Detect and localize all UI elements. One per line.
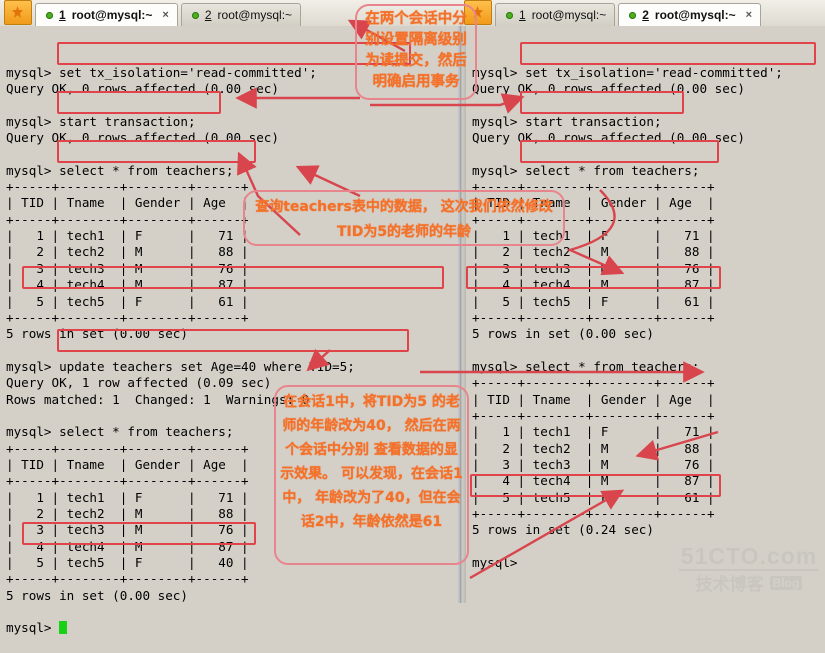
tab-right-2[interactable]: 2 root@mysql:~ ×: [618, 3, 762, 26]
tab-left-1-label: root@mysql:~: [71, 8, 153, 22]
watermark-tagline: 技术博客 Blog: [679, 571, 819, 597]
tab-left-2-num: 2: [204, 8, 212, 22]
annotation-note-3: 在会话1中，将TID为5 的老师的年龄改为40， 然后在两个会话中分别 查看数据…: [274, 385, 469, 565]
tab-left-2[interactable]: 2 root@mysql:~: [180, 3, 302, 26]
tab-right-2-label: root@mysql:~: [654, 8, 736, 22]
session-2-output: mysql> set tx_isolation='read-committed'…: [472, 64, 783, 570]
terminal-cursor: [59, 621, 68, 635]
tab-left-1-num: 1: [59, 8, 66, 22]
tab-right-1-num: 1: [519, 8, 526, 22]
annotation-note-2: 查询teachers表中的数据， 这次我们依然修改TID为5的老师的年龄: [243, 190, 565, 246]
watermark-badge: Blog: [769, 576, 803, 590]
tab-left-2-label: root@mysql:~: [217, 8, 293, 22]
tab-right-1[interactable]: 1 root@mysql:~: [495, 3, 616, 26]
tab-status-dot-icon: [46, 11, 53, 19]
tabbar-right: 1 root@mysql:~ 2 root@mysql:~ ×: [460, 0, 825, 27]
terminal-star-icon[interactable]: [4, 0, 32, 25]
tab-left-1[interactable]: 1 root@mysql:~ ×: [35, 3, 178, 26]
annotation-note-1: 在两个会话中分 别设置隔离级别 为读提交，然后 明确启用事务: [355, 4, 477, 100]
tab-right-2-num: 2: [642, 8, 649, 22]
tab-right-1-label: root@mysql:~: [531, 8, 607, 22]
watermark-site: 51CTO.com: [679, 543, 819, 571]
tab-right-2-close-icon[interactable]: ×: [746, 9, 752, 21]
tab-status-dot-icon: [506, 11, 513, 19]
tab-left-1-close-icon[interactable]: ×: [162, 9, 168, 21]
session-2-terminal[interactable]: mysql> set tx_isolation='read-committed'…: [466, 26, 825, 603]
watermark: 51CTO.com 技术博客 Blog: [679, 543, 819, 597]
tab-status-dot-icon: [629, 11, 637, 19]
tab-status-dot-icon: [191, 11, 199, 19]
